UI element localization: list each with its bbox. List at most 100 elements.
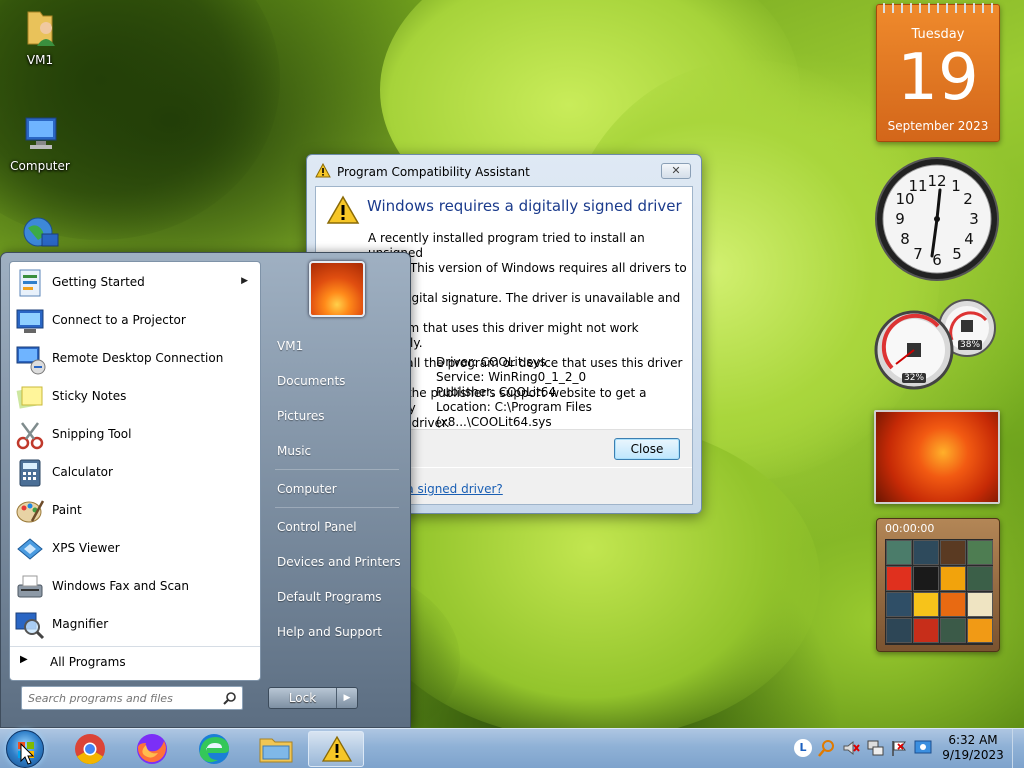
language-icon[interactable]: L xyxy=(794,739,812,757)
svg-text:7: 7 xyxy=(913,245,923,263)
action-center-flag-icon[interactable] xyxy=(890,739,908,760)
program-fax-and-scan[interactable]: Windows Fax and Scan xyxy=(10,568,260,606)
program-label: Connect to a Projector xyxy=(52,313,186,327)
clock-face-icon: 12 12 345 678 91011 xyxy=(875,157,999,281)
dialog-paragraph-1-line: valid digital signature. The driver is u… xyxy=(368,291,681,320)
calendar-date: 19 xyxy=(897,41,979,115)
show-desktop-button[interactable] xyxy=(1012,729,1024,768)
puzzle-tile[interactable] xyxy=(886,566,912,591)
program-label: Magnifier xyxy=(52,617,109,631)
taskbar-edge[interactable] xyxy=(186,731,242,767)
taskbar-firefox[interactable] xyxy=(124,731,180,767)
calendar-rings xyxy=(883,3,993,13)
program-paint[interactable]: Paint xyxy=(10,492,260,530)
puzzle-tile[interactable] xyxy=(886,540,912,565)
program-magnifier[interactable]: Magnifier xyxy=(10,606,260,644)
program-label: Sticky Notes xyxy=(52,389,127,403)
start-link-computer[interactable]: Computer xyxy=(269,476,401,502)
program-xps-viewer[interactable]: XPS Viewer xyxy=(10,530,260,568)
clock-date: 9/19/2023 xyxy=(942,748,1004,762)
taskbar-clock[interactable]: 6:32 AM 9/19/2023 xyxy=(940,733,1006,763)
cpu-meter-dials-icon xyxy=(874,299,996,390)
search-icon[interactable] xyxy=(223,691,237,708)
start-search-box[interactable] xyxy=(21,686,243,710)
puzzle-tile[interactable] xyxy=(886,618,912,643)
puzzle-tile[interactable] xyxy=(940,566,966,591)
start-menu-programs-pane: Getting Started ▶ Connect to a Projector… xyxy=(9,261,261,681)
lock-button-label[interactable]: Lock xyxy=(269,688,337,708)
program-label: Paint xyxy=(52,503,82,517)
taskbar-compatibility-assistant[interactable] xyxy=(308,731,364,767)
start-link-pictures[interactable]: Pictures xyxy=(269,403,401,429)
memory-usage-label: 38% xyxy=(958,340,983,350)
puzzle-tile[interactable] xyxy=(940,540,966,565)
puzzle-tile[interactable] xyxy=(940,618,966,643)
dialog-titlebar[interactable]: Program Compatibility Assistant ✕ xyxy=(307,155,701,187)
program-snipping-tool[interactable]: Snipping Tool xyxy=(10,416,260,454)
edge-icon xyxy=(199,734,229,764)
taskbar-chrome[interactable] xyxy=(62,731,118,767)
driver-service: Service: WinRing0_1_2_0 xyxy=(436,370,587,384)
all-programs-button[interactable]: ▶ All Programs xyxy=(10,646,260,676)
slideshow-gadget[interactable] xyxy=(874,410,1000,504)
puzzle-board[interactable] xyxy=(885,539,993,645)
puzzle-tile[interactable] xyxy=(940,592,966,617)
network-tray-icon[interactable] xyxy=(866,739,884,760)
start-link-devices-printers[interactable]: Devices and Printers xyxy=(269,549,401,575)
puzzle-tile[interactable] xyxy=(967,540,993,565)
puzzle-tile[interactable] xyxy=(967,592,993,617)
lock-button[interactable]: Lock ▶ xyxy=(268,687,358,709)
driver-name: Driver: COOLit.sys xyxy=(436,355,546,369)
submenu-arrow-icon: ▶ xyxy=(241,276,248,286)
picture-puzzle-gadget[interactable]: 00:00:00 xyxy=(876,518,1000,652)
svg-text:11: 11 xyxy=(908,177,927,195)
clock-gadget[interactable]: 12 1 2 345 678 9 10 11 xyxy=(874,156,1000,282)
start-link-control-panel[interactable]: Control Panel xyxy=(269,514,401,540)
taskbar-explorer[interactable] xyxy=(248,731,304,767)
svg-text:4: 4 xyxy=(964,230,974,248)
program-calculator[interactable]: Calculator xyxy=(10,454,260,492)
program-connect-to-projector[interactable]: Connect to a Projector xyxy=(10,302,260,340)
start-link-documents[interactable]: Documents xyxy=(269,368,401,394)
puzzle-tile[interactable] xyxy=(886,592,912,617)
desktop-icon-computer[interactable]: Computer xyxy=(0,112,80,173)
program-label: Snipping Tool xyxy=(52,427,132,441)
program-getting-started[interactable]: Getting Started ▶ xyxy=(10,264,260,302)
all-programs-arrow-icon: ▶ xyxy=(20,654,28,665)
close-button[interactable]: Close xyxy=(614,438,680,460)
projector-icon xyxy=(14,305,46,337)
start-link-user[interactable]: VM1 xyxy=(269,333,401,359)
puzzle-tile[interactable] xyxy=(967,566,993,591)
svg-text:8: 8 xyxy=(900,230,910,248)
puzzle-tile[interactable] xyxy=(913,540,939,565)
shutdown-options-arrow-icon[interactable]: ▶ xyxy=(337,688,357,708)
user-avatar[interactable] xyxy=(309,261,365,317)
warning-icon xyxy=(315,162,331,181)
search-input[interactable] xyxy=(28,690,218,706)
dialog-paragraph-1: A recently installed program tried to in… xyxy=(368,231,688,351)
puzzle-tile[interactable] xyxy=(913,618,939,643)
remote-desktop-icon xyxy=(14,343,46,375)
display-settings-tray-icon[interactable] xyxy=(914,739,932,760)
start-link-music[interactable]: Music xyxy=(269,438,401,464)
volume-muted-icon[interactable] xyxy=(842,739,860,760)
cpu-meter-gadget[interactable]: 32% 38% xyxy=(874,298,1002,394)
puzzle-tile[interactable] xyxy=(913,566,939,591)
xps-viewer-icon xyxy=(14,533,46,565)
explorer-icon xyxy=(259,738,293,763)
svg-text:2: 2 xyxy=(963,190,973,208)
calculator-icon xyxy=(14,457,46,489)
search-magnifier-tray-icon[interactable] xyxy=(818,739,836,760)
start-link-help-support[interactable]: Help and Support xyxy=(269,619,401,645)
start-link-default-programs[interactable]: Default Programs xyxy=(269,584,401,610)
puzzle-tile[interactable] xyxy=(913,592,939,617)
puzzle-timer: 00:00:00 xyxy=(885,522,935,535)
puzzle-tile[interactable] xyxy=(967,618,993,643)
dialog-close-icon[interactable]: ✕ xyxy=(661,163,691,179)
fax-scanner-icon xyxy=(14,571,46,603)
calendar-gadget[interactable]: Tuesday 19 September 2023 xyxy=(876,3,1000,142)
program-remote-desktop[interactable]: Remote Desktop Connection xyxy=(10,340,260,378)
desktop-icon-vm1[interactable]: VM1 xyxy=(0,6,80,67)
program-sticky-notes[interactable]: Sticky Notes xyxy=(10,378,260,416)
driver-location: Location: C:\Program Files (x8...\COOLit… xyxy=(436,400,592,429)
